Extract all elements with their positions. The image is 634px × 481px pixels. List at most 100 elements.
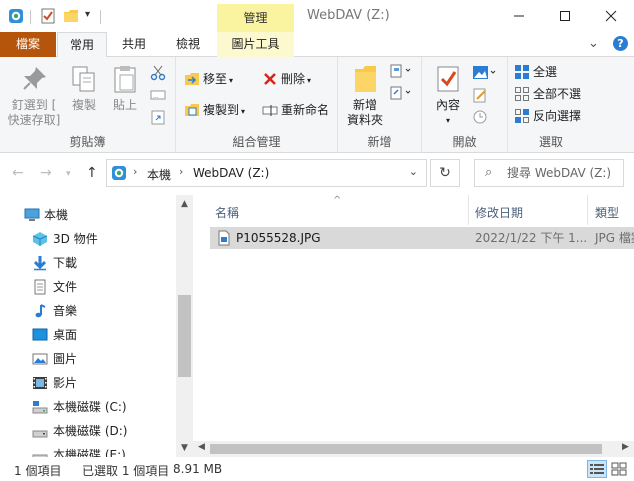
column-header-date[interactable]: 修改日期 <box>475 201 585 225</box>
tab-share[interactable]: 共用 <box>108 32 160 57</box>
status-selection: 已選取 1 個項目 <box>82 464 170 478</box>
edit-icon[interactable] <box>472 87 488 103</box>
pin-quick-access-button[interactable]: 釘選到 [ 快速存取] <box>6 63 62 128</box>
nav-item-drive-e[interactable]: 本機磁碟 (E:) <box>0 443 176 457</box>
copy-button[interactable]: 複製 <box>64 63 104 113</box>
breadcrumb-separator[interactable]: › <box>179 165 183 178</box>
tab-file[interactable]: 檔案 <box>0 32 56 57</box>
address-dropdown-icon[interactable]: ⌄ <box>409 165 418 178</box>
nav-item-this-pc[interactable]: 本機 <box>0 203 176 227</box>
details-view-button[interactable] <box>587 460 607 478</box>
paste-button[interactable]: 貼上 <box>106 63 144 113</box>
webdav-drive-icon[interactable] <box>8 8 24 24</box>
group-label-select: 選取 <box>538 135 563 149</box>
tab-picture-tools[interactable]: 圖片工具 <box>217 32 294 57</box>
up-button[interactable]: ↑ <box>86 165 98 181</box>
group-label-organize: 組合管理 <box>232 135 281 149</box>
tab-view[interactable]: 檢視 <box>161 32 215 57</box>
column-header-name[interactable]: 名稱 <box>215 201 465 225</box>
new-folder-large-icon <box>355 66 376 92</box>
group-clipboard: 釘選到 [ 快速存取] 複製 貼上 ... 剪貼簿 <box>0 57 176 153</box>
cut-icon[interactable] <box>150 65 166 81</box>
close-button[interactable] <box>588 0 634 32</box>
group-label-open: 開啟 <box>452 135 477 149</box>
qat-customize-icon[interactable]: ▾ <box>85 9 90 20</box>
select-none-button[interactable]: 全部不選 <box>514 84 581 104</box>
nav-pane-scroll-thumb[interactable] <box>178 295 191 377</box>
move-to-button[interactable]: 移至 ▾ <box>184 69 233 89</box>
file-row[interactable]: P1055528.JPG 2022/1/22 下午 1... JPG 檔案 <box>210 227 634 249</box>
copy-path-icon[interactable]: ... <box>150 87 166 103</box>
maximize-button[interactable] <box>542 0 588 32</box>
properties-dropdown-arrow: ▾ <box>445 116 450 125</box>
group-label-clipboard: 剪貼簿 <box>69 135 106 149</box>
large-icons-view-button[interactable] <box>609 460 629 478</box>
nav-item-drive-c[interactable]: 本機磁碟 (C:) <box>0 395 176 419</box>
minimize-icon <box>514 15 524 17</box>
search-input[interactable] <box>507 164 622 182</box>
copy-to-button[interactable]: 複製到 ▾ <box>184 100 245 120</box>
group-new: 新增 資料夾 新增 <box>338 57 422 153</box>
nav-item-music[interactable]: 音樂 <box>0 299 176 323</box>
tab-home[interactable]: 常用 <box>57 32 107 58</box>
nav-label: 桌面 <box>53 328 78 342</box>
back-arrow-icon: ← <box>12 165 24 181</box>
scroll-up-icon[interactable]: ▲ <box>176 199 193 209</box>
back-button[interactable]: ← <box>12 165 24 181</box>
new-folder-icon[interactable] <box>63 8 79 24</box>
delete-button[interactable]: 刪除 ▾ <box>262 69 311 89</box>
nav-item-desktop[interactable]: 桌面 <box>0 323 176 347</box>
nav-label: 本機磁碟 (C:) <box>53 400 127 414</box>
close-icon <box>605 10 617 22</box>
new-item-icon[interactable] <box>390 63 412 79</box>
nav-item-documents[interactable]: 文件 <box>0 275 176 299</box>
breadcrumb-webdav[interactable]: WebDAV (Z:) <box>193 166 269 180</box>
paste-icon <box>114 66 136 93</box>
scroll-down-icon[interactable]: ▼ <box>176 443 193 453</box>
rename-icon <box>262 104 278 116</box>
column-separator[interactable] <box>468 195 469 225</box>
invert-selection-button[interactable]: 反向選擇 <box>514 106 581 126</box>
nav-item-videos[interactable]: 影片 <box>0 371 176 395</box>
column-header-type[interactable]: 類型 <box>595 201 634 225</box>
scroll-right-icon[interactable]: ▶ <box>622 442 629 452</box>
desktop-icon <box>32 328 48 341</box>
open-image-icon[interactable] <box>472 65 498 81</box>
paste-shortcut-icon[interactable] <box>150 109 166 125</box>
history-icon[interactable] <box>472 109 488 125</box>
column-separator[interactable] <box>587 195 588 225</box>
help-icon[interactable]: ? <box>613 36 628 51</box>
recent-locations-button[interactable]: ▾ <box>66 169 71 179</box>
minimize-button[interactable] <box>496 0 542 32</box>
delete-label: 刪除 <box>281 72 306 86</box>
rename-button[interactable]: 重新命名 <box>262 100 329 120</box>
ribbon-collapse-icon[interactable]: ⌄ <box>588 36 599 51</box>
copy-label: 複製 <box>71 98 96 112</box>
select-all-button[interactable]: 全選 <box>514 62 557 82</box>
scroll-left-icon[interactable]: ◀ <box>198 442 205 452</box>
drive-d-icon <box>32 430 48 438</box>
nav-item-3d-objects[interactable]: 3D 物件 <box>0 227 176 251</box>
pin-label-line1: 釘選到 [ <box>11 98 57 112</box>
nav-label: 圖片 <box>53 352 78 366</box>
new-folder-button[interactable]: 新增 資料夾 <box>340 63 390 128</box>
ribbon-help-area: ⌄ ? <box>578 36 628 51</box>
nav-pane-scrollbar[interactable]: ▲ ▼ <box>176 195 193 457</box>
properties-check-icon[interactable] <box>40 8 56 24</box>
nav-item-downloads[interactable]: 下載 <box>0 251 176 275</box>
nav-item-drive-d[interactable]: 本機磁碟 (D:) <box>0 419 176 443</box>
properties-button[interactable]: 內容 ▾ <box>428 63 468 128</box>
nav-item-pictures[interactable]: 圖片 <box>0 347 176 371</box>
forward-button[interactable]: → <box>40 165 52 181</box>
pictures-icon <box>32 353 48 365</box>
address-bar[interactable]: › 本機 › WebDAV (Z:) ⌄ <box>106 159 427 187</box>
breadcrumb-this-pc[interactable]: 本機 <box>147 166 171 183</box>
copy-to-icon <box>185 103 199 116</box>
refresh-button[interactable]: ↻ <box>430 159 460 187</box>
file-list-horizontal-scrollbar[interactable]: ◀ ▶ <box>193 441 634 457</box>
breadcrumb-separator[interactable]: › <box>133 165 137 178</box>
chevron-down-icon: ▾ <box>66 169 71 179</box>
easy-access-icon[interactable] <box>390 85 412 101</box>
horizontal-scroll-thumb[interactable] <box>210 444 602 454</box>
search-box[interactable]: ⌕ <box>474 159 624 187</box>
